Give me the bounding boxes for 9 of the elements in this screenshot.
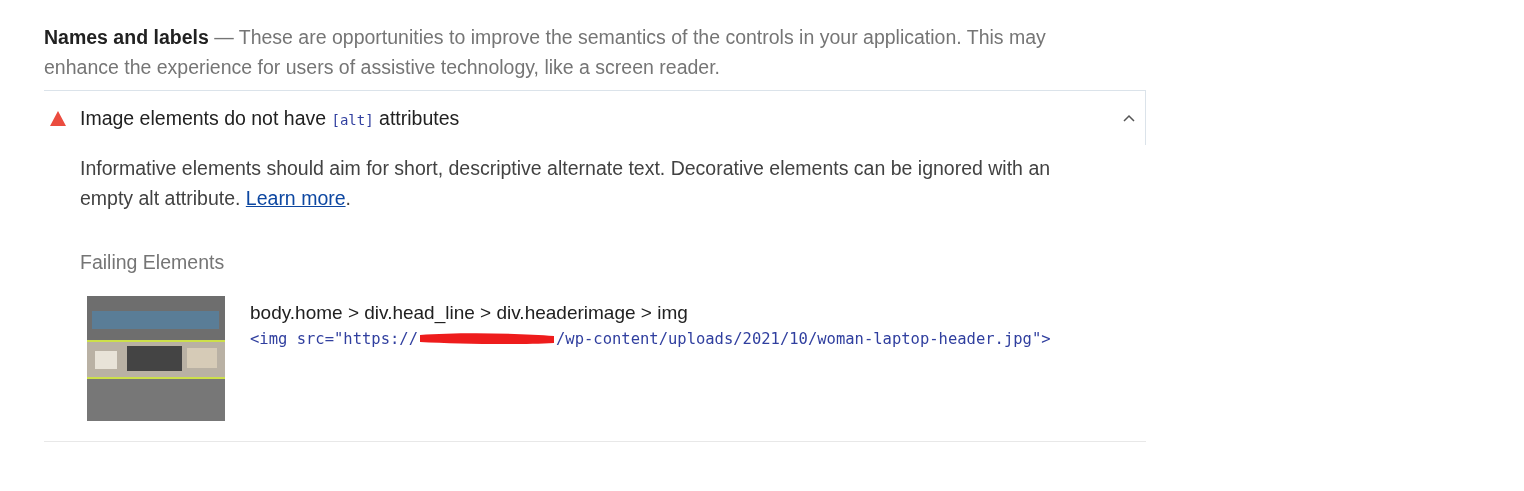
- audit-title: Image elements do not have [alt] attributes: [80, 106, 461, 130]
- chevron-icon[interactable]: [1123, 114, 1135, 122]
- code-snippet-start: <img src="https://: [250, 330, 418, 348]
- failing-elements-heading: Failing Elements: [80, 251, 226, 274]
- learn-more-link[interactable]: Learn more: [245, 187, 346, 209]
- element-selector: body.home > div.head_line > div.headerimage > img: [250, 302, 689, 324]
- group-description: Names and labels — These are opportunities to improve the semantics of the controls in your application. This may enhance the experience for users of assistive technology, like a screen reader.: [44, 25, 1047, 80]
- audit-description: Informative elements should aim for short, descriptive alternate text. Decorative elements can be ignored with an empty alt attribute. Learn more.: [80, 156, 1052, 211]
- code-snippet-end: /wp-content/uploads/2021/10/woman-laptop-header.jpg">: [556, 330, 1051, 348]
